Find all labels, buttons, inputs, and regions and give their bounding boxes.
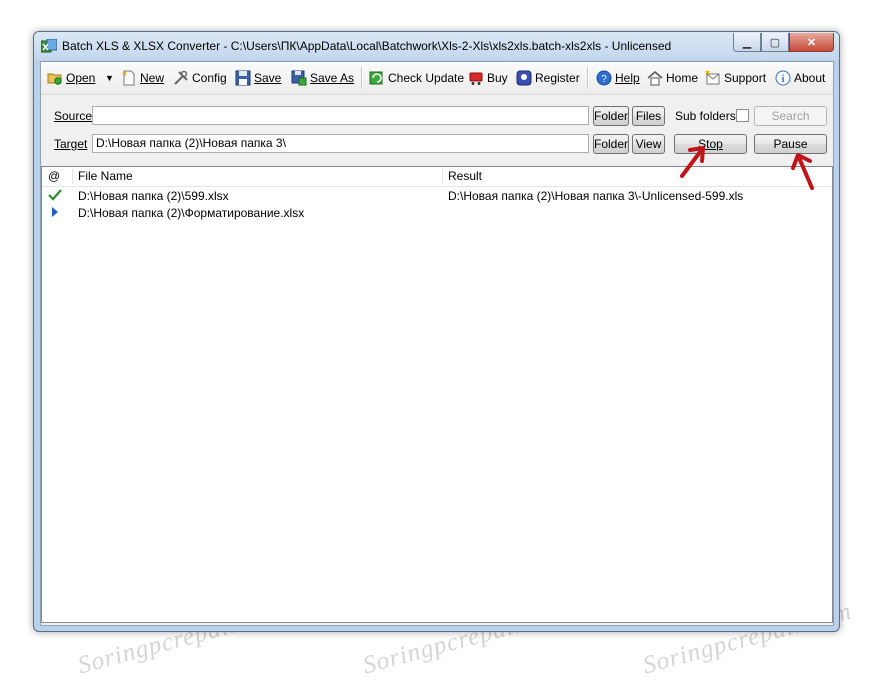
help-button[interactable]: ? Help [596, 69, 640, 87]
save-as-button[interactable]: Save As [291, 69, 354, 87]
support-button[interactable]: Support [705, 69, 766, 87]
source-folder-button[interactable]: Folder [593, 106, 629, 126]
pause-label: Pause [773, 137, 808, 151]
app-icon [41, 39, 57, 53]
about-button[interactable]: i About [775, 69, 825, 87]
table-row[interactable]: D:\Новая папка (2)\599.xlsx D:\Новая пап… [42, 188, 832, 205]
new-document-icon [122, 70, 135, 86]
minimize-button[interactable]: ▁ [733, 33, 761, 52]
toolbar: Open ▼ New Config Save Save As Check Upd… [41, 62, 833, 95]
svg-text:i: i [782, 74, 785, 85]
shopping-cart-icon [469, 72, 483, 85]
target-label: Target [54, 137, 88, 151]
play-arrow-icon [50, 205, 60, 222]
list-header: @ File Name Result [42, 167, 832, 187]
info-icon: i [775, 70, 791, 86]
source-label: Source [54, 109, 93, 123]
config-label: Config [192, 71, 227, 85]
source-folder-label: Folder [594, 109, 629, 123]
open-folder-icon [47, 73, 62, 85]
home-button[interactable]: Home [647, 69, 698, 87]
close-button[interactable]: ✕ [789, 33, 834, 52]
target-folder-button[interactable]: Folder [593, 134, 629, 154]
title-bar[interactable]: Batch XLS & XLSX Converter - C:\Users\ПК… [34, 32, 839, 60]
file-list[interactable]: @ File Name Result D:\Новая папка (2)\59… [41, 166, 833, 623]
save-button[interactable]: Save [235, 69, 281, 87]
view-button[interactable]: View [632, 134, 665, 154]
update-icon [369, 71, 383, 85]
subfolders-label: Sub folders [675, 109, 736, 123]
svg-text:?: ? [601, 74, 607, 85]
support-icon [705, 70, 720, 85]
file-name-cell: D:\Новая папка (2)\599.xlsx [78, 189, 229, 203]
support-label: Support [724, 71, 767, 85]
config-button[interactable]: Config [173, 69, 227, 87]
new-label: New [140, 71, 165, 85]
home-label: Home [666, 71, 699, 85]
stop-button[interactable]: Stop [674, 134, 747, 154]
floppy-disk-icon [235, 70, 251, 86]
window-title: Batch XLS & XLSX Converter - C:\Users\ПК… [62, 39, 672, 53]
tools-icon [174, 70, 188, 85]
close-icon: ✕ [806, 36, 817, 49]
minimize-icon: ▁ [742, 36, 752, 49]
toolbar-separator [361, 67, 363, 89]
register-icon [516, 70, 532, 86]
maximize-button[interactable]: ▢ [761, 33, 789, 52]
open-button[interactable]: Open [47, 69, 95, 87]
buy-button[interactable]: Buy [468, 69, 508, 87]
result-cell: D:\Новая папка (2)\Новая папка 3\-Unlice… [448, 189, 744, 203]
column-header-status[interactable]: @ [42, 167, 72, 186]
register-label: Register [535, 71, 580, 85]
view-label: View [635, 137, 662, 151]
check-update-label: Check Update [388, 71, 465, 85]
save-as-icon [291, 70, 307, 86]
column-header-result[interactable]: Result [442, 167, 832, 186]
app-window: Batch XLS & XLSX Converter - C:\Users\ПК… [33, 31, 840, 632]
new-button[interactable]: New [121, 69, 164, 87]
target-input[interactable]: D:\Новая папка (2)\Новая папка 3\ [92, 134, 589, 153]
stop-label: Stop [698, 137, 723, 151]
help-icon: ? [596, 70, 612, 86]
buy-label: Buy [487, 71, 508, 85]
about-label: About [794, 71, 826, 85]
save-as-label: Save As [310, 71, 355, 85]
table-row[interactable]: D:\Новая папка (2)\Форматирование.xlsx [42, 205, 832, 222]
pause-button[interactable]: Pause [754, 134, 827, 154]
search-button[interactable]: Search [754, 106, 827, 126]
client-area: Open ▼ New Config Save Save As Check Upd… [40, 61, 834, 626]
register-button[interactable]: Register [516, 69, 580, 87]
check-update-button[interactable]: Check Update [369, 69, 464, 87]
maximize-icon: ▢ [769, 36, 781, 49]
check-icon [48, 188, 62, 205]
target-folder-label: Folder [594, 137, 629, 151]
file-name-cell: D:\Новая папка (2)\Форматирование.xlsx [78, 206, 305, 220]
toolbar-separator [587, 67, 589, 89]
column-header-file-name[interactable]: File Name [72, 167, 442, 186]
dropdown-arrow-icon: ▼ [105, 73, 114, 83]
home-icon [647, 71, 663, 86]
open-label: Open [66, 71, 96, 85]
source-input[interactable] [92, 106, 589, 125]
open-dropdown[interactable]: ▼ [105, 69, 114, 87]
search-label: Search [771, 109, 810, 123]
save-label: Save [254, 71, 282, 85]
source-files-button[interactable]: Files [632, 106, 665, 126]
subfolders-checkbox[interactable] [736, 109, 749, 122]
source-files-label: Files [635, 109, 662, 123]
help-label: Help [615, 71, 640, 85]
